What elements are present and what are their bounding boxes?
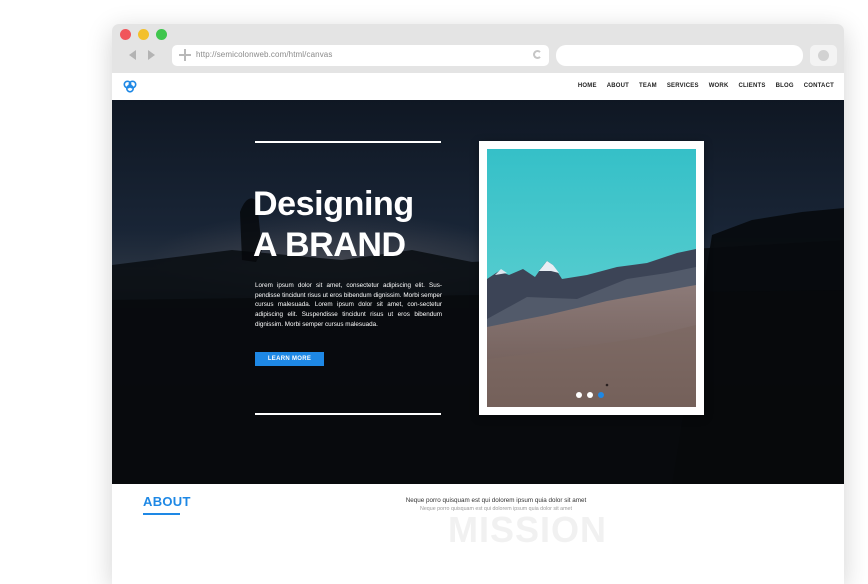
hero-section: Designing A BRAND Lorem ipsum dolor sit … bbox=[112, 100, 844, 484]
slider-dot-2[interactable] bbox=[587, 392, 593, 398]
about-heading: ABOUT bbox=[143, 494, 191, 509]
mountain-photo bbox=[487, 149, 696, 407]
browser-toolbar: http://semicolonweb.com/html/canvas bbox=[112, 24, 844, 73]
back-arrow-icon[interactable] bbox=[129, 50, 136, 60]
menu-item-blog[interactable]: BLOG bbox=[776, 83, 794, 89]
canvas-logo-icon[interactable] bbox=[123, 80, 137, 93]
hero-divider-top bbox=[255, 141, 441, 143]
learn-more-button[interactable]: LEARN MORE bbox=[255, 352, 324, 366]
mission-subtitle: Neque porro quisquam est qui dolorem ips… bbox=[420, 506, 572, 512]
menu-item-about[interactable]: ABOUT bbox=[607, 83, 629, 89]
slider-dot-3[interactable] bbox=[598, 392, 604, 398]
hero-body-text: Lorem ipsum dolor sit amet, consectetur … bbox=[255, 282, 442, 328]
history-buttons bbox=[122, 49, 162, 65]
slider-pagination bbox=[576, 392, 604, 398]
close-window-button[interactable] bbox=[120, 29, 131, 40]
menu-item-clients[interactable]: CLIENTS bbox=[738, 83, 765, 89]
about-underline bbox=[143, 513, 180, 515]
site-header: HOME ABOUT TEAM SERVICES WORK CLIENTS BL… bbox=[112, 73, 844, 100]
maximize-window-button[interactable] bbox=[156, 29, 167, 40]
menu-item-home[interactable]: HOME bbox=[578, 83, 597, 89]
minimize-window-button[interactable] bbox=[138, 29, 149, 40]
plus-icon[interactable] bbox=[179, 49, 191, 61]
menu-item-services[interactable]: SERVICES bbox=[667, 83, 699, 89]
url-text[interactable]: http://semicolonweb.com/html/canvas bbox=[196, 50, 332, 59]
hero-title-line2: A BRAND bbox=[253, 226, 406, 264]
hero-title-line1: Designing bbox=[253, 185, 414, 223]
hero-title: Designing A BRAND bbox=[253, 184, 453, 266]
browser-search-input[interactable] bbox=[556, 45, 803, 66]
extension-button[interactable] bbox=[810, 45, 837, 66]
image-slider[interactable] bbox=[479, 141, 704, 415]
mission-watermark: MISSION bbox=[448, 509, 608, 550]
menu-item-work[interactable]: WORK bbox=[709, 83, 729, 89]
hero-background-image bbox=[112, 198, 844, 484]
mission-tagline: Neque porro quisquam est qui dolorem ips… bbox=[405, 497, 587, 504]
forward-arrow-icon[interactable] bbox=[148, 50, 155, 60]
menu-item-contact[interactable]: CONTACT bbox=[804, 83, 834, 89]
address-bar[interactable]: http://semicolonweb.com/html/canvas bbox=[172, 45, 549, 66]
extension-icon bbox=[818, 50, 829, 61]
hero-divider-bottom bbox=[255, 413, 441, 415]
menu-item-team[interactable]: TEAM bbox=[639, 83, 657, 89]
reload-icon[interactable] bbox=[533, 50, 542, 59]
main-menu: HOME ABOUT TEAM SERVICES WORK CLIENTS BL… bbox=[578, 83, 834, 89]
slider-dot-1[interactable] bbox=[576, 392, 582, 398]
